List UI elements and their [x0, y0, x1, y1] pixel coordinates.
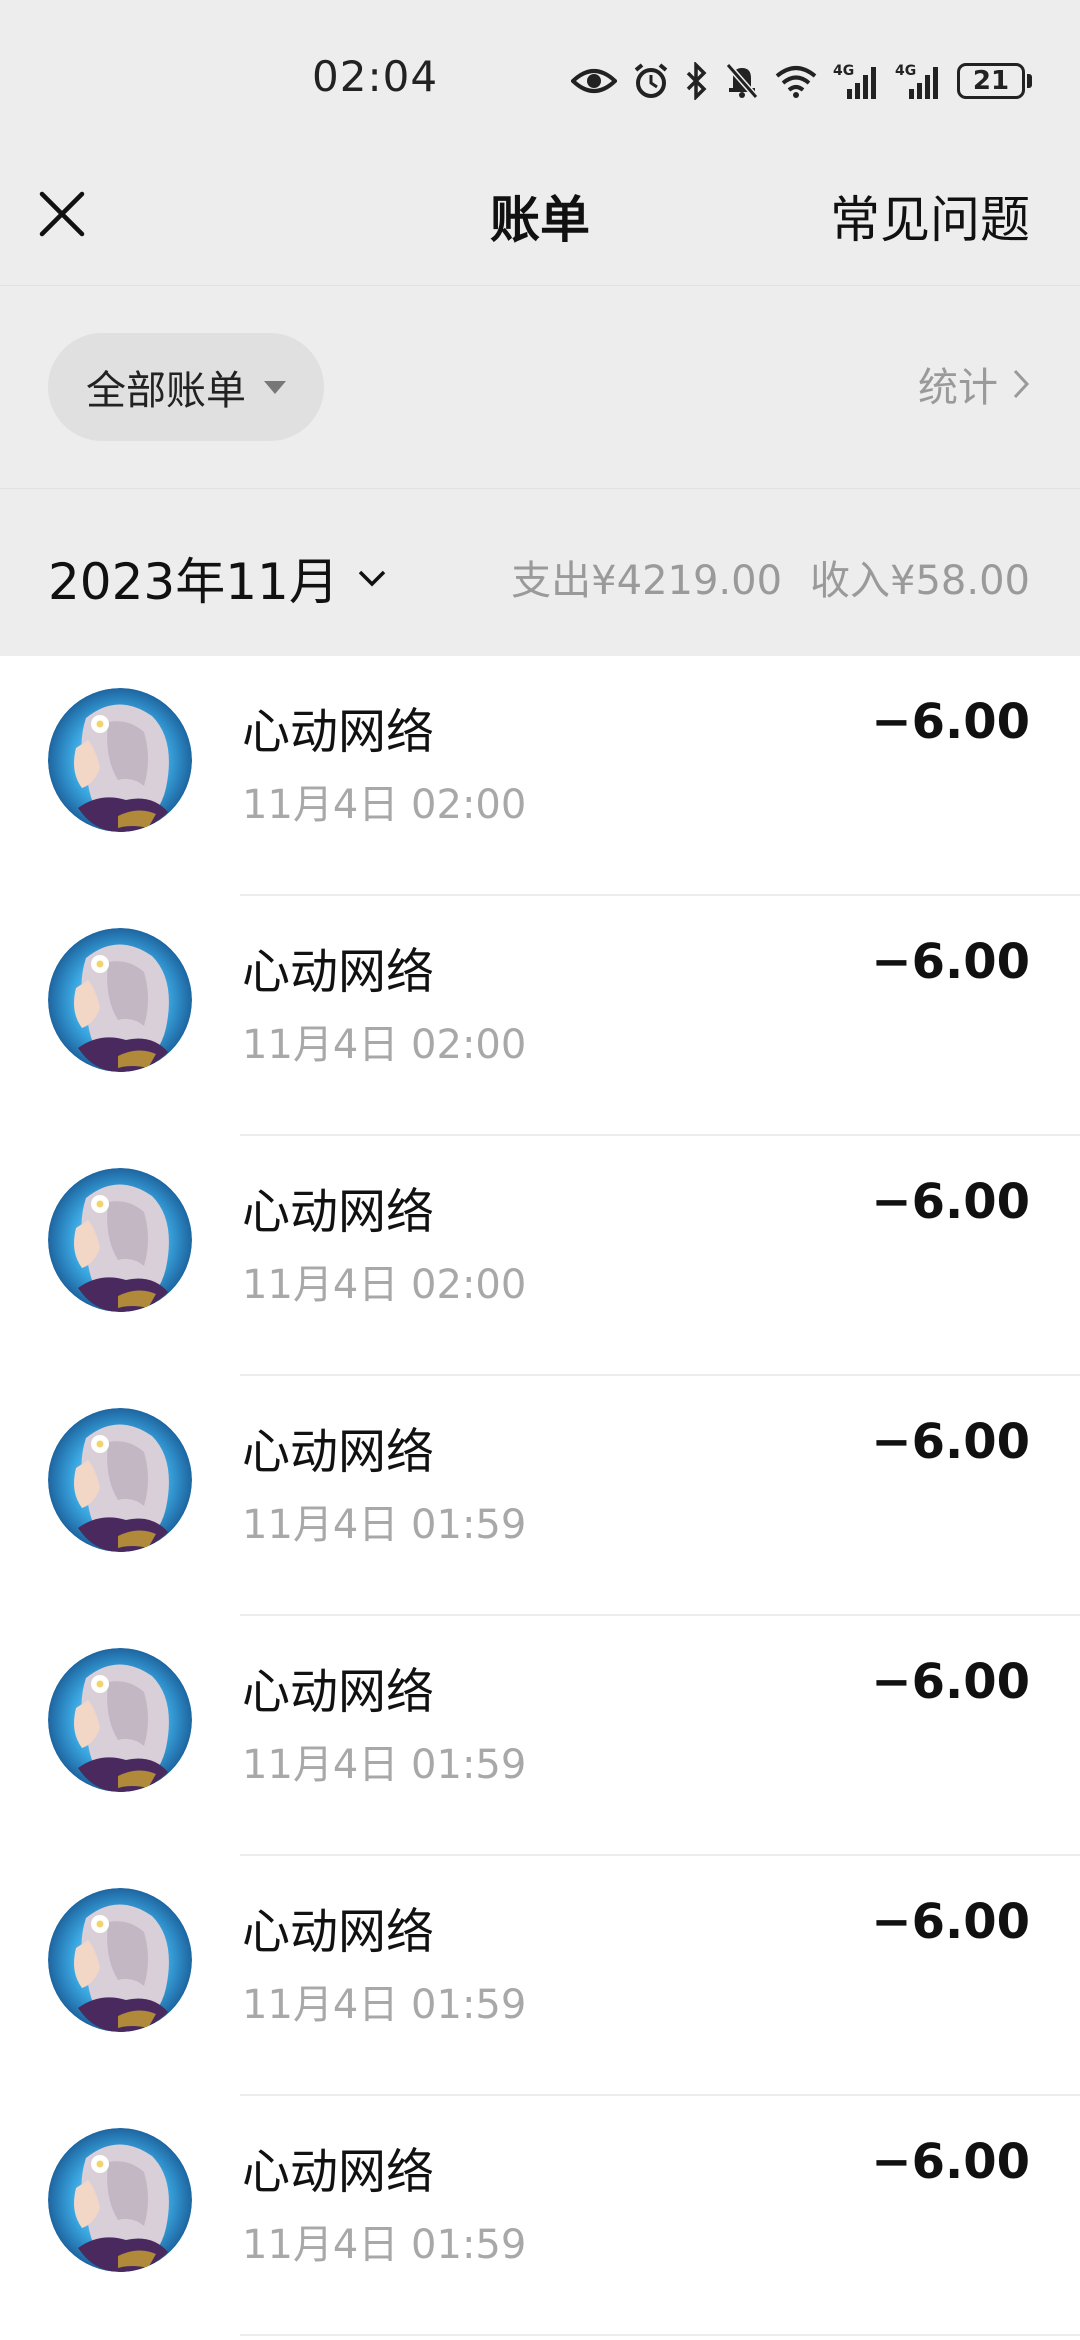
- transaction-amount: −6.00: [871, 1414, 1030, 1470]
- transaction-row[interactable]: 心动网络 11月4日 01:59 −6.00: [0, 2096, 1080, 2336]
- avatar: [48, 928, 192, 1072]
- avatar: [48, 1648, 192, 1792]
- signal-4g-icon: 4G: [833, 61, 879, 101]
- stats-label: 统计: [918, 365, 998, 411]
- alarm-icon: [633, 62, 669, 100]
- faq-link[interactable]: 常见问题: [830, 180, 1030, 252]
- transaction-time: 11月4日 02:00: [242, 1022, 527, 1068]
- signal-4g-icon: 4G: [895, 61, 941, 101]
- bill-type-filter-label: 全部账单: [86, 368, 246, 414]
- transaction-amount: −6.00: [871, 934, 1030, 990]
- transaction-row[interactable]: 心动网络 11月4日 01:59 −6.00: [0, 1376, 1080, 1616]
- status-time: 02:04: [312, 52, 439, 101]
- transaction-merchant: 心动网络: [242, 1424, 435, 1480]
- transaction-time: 11月4日 01:59: [242, 1982, 527, 2028]
- chevron-down-icon: [358, 570, 386, 587]
- caret-down-icon: [264, 380, 286, 394]
- battery-level: 21: [957, 63, 1025, 99]
- nav-bar: 账单 常见问题: [0, 160, 1080, 286]
- eye-icon: [571, 66, 617, 96]
- transaction-amount: −6.00: [871, 2134, 1030, 2190]
- month-header: 2023年11月 支出¥4219.00 收入¥58.00: [0, 490, 1080, 656]
- avatar: [48, 1168, 192, 1312]
- expense-total: 支出¥4219.00: [511, 558, 783, 604]
- transaction-merchant: 心动网络: [242, 1664, 435, 1720]
- avatar: [48, 1408, 192, 1552]
- income-total: 收入¥58.00: [810, 558, 1030, 604]
- battery-indicator: 21: [957, 63, 1032, 99]
- avatar: [48, 688, 192, 832]
- status-icons: 4G 4G 21: [571, 56, 1032, 106]
- mute-icon: [725, 62, 759, 100]
- transaction-row[interactable]: 心动网络 11月4日 02:00 −6.00: [0, 896, 1080, 1136]
- wifi-icon: [775, 64, 817, 98]
- transaction-time: 11月4日 02:00: [242, 1262, 527, 1308]
- transaction-time: 11月4日 01:59: [242, 1742, 527, 1788]
- transaction-merchant: 心动网络: [242, 1904, 435, 1960]
- transaction-time: 11月4日 02:00: [242, 782, 527, 828]
- transaction-amount: −6.00: [871, 1894, 1030, 1950]
- stats-link[interactable]: 统计: [918, 355, 1030, 413]
- transaction-amount: −6.00: [871, 1654, 1030, 1710]
- transaction-list: 心动网络 11月4日 02:00 −6.00 心动网络 11月4日 02:00 …: [0, 656, 1080, 2340]
- transaction-row[interactable]: 心动网络 11月4日 01:59 −6.00: [0, 1856, 1080, 2096]
- month-picker[interactable]: 2023年11月: [48, 542, 387, 614]
- transaction-merchant: 心动网络: [242, 704, 435, 760]
- bluetooth-icon: [685, 62, 709, 100]
- transaction-time: 11月4日 01:59: [242, 2222, 527, 2268]
- avatar: [48, 2128, 192, 2272]
- svg-text:4G: 4G: [895, 63, 916, 79]
- transaction-merchant: 心动网络: [242, 944, 435, 1000]
- transaction-merchant: 心动网络: [242, 2144, 435, 2200]
- filter-bar: 全部账单 统计: [0, 287, 1080, 489]
- transaction-time: 11月4日 01:59: [242, 1502, 527, 1548]
- svg-text:4G: 4G: [833, 63, 854, 79]
- transaction-row[interactable]: 心动网络 11月4日 02:00 −6.00: [0, 656, 1080, 896]
- transaction-merchant: 心动网络: [242, 1184, 435, 1240]
- bill-type-filter[interactable]: 全部账单: [48, 333, 324, 441]
- transaction-row[interactable]: 心动网络 11月4日 01:59 −6.00: [0, 1616, 1080, 1856]
- row-divider: [240, 2334, 1080, 2336]
- avatar: [48, 1888, 192, 2032]
- transaction-amount: −6.00: [871, 694, 1030, 750]
- transaction-row[interactable]: 心动网络 11月4日 02:00 −6.00: [0, 1136, 1080, 1376]
- month-label: 2023年11月: [48, 553, 339, 611]
- month-summary: 支出¥4219.00 收入¥58.00: [511, 548, 1030, 606]
- status-bar: 02:04 4G 4G 21: [0, 0, 1080, 160]
- chevron-right-icon: [1013, 369, 1030, 399]
- transaction-amount: −6.00: [871, 1174, 1030, 1230]
